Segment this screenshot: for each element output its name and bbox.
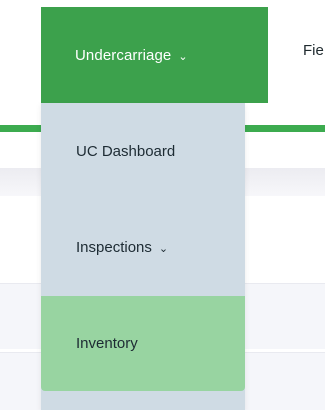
menu-item-label: UC Dashboard	[76, 142, 176, 160]
menu-item-uc-dashboard[interactable]: UC Dashboard	[41, 103, 245, 199]
undercarriage-dropdown-menu: UC Dashboard Inspections ⌄ Inventory	[41, 103, 245, 410]
menu-item-inspections[interactable]: Inspections ⌄	[41, 199, 245, 295]
menu-item-label: Inspections	[76, 238, 152, 256]
nav-tab-undercarriage[interactable]: Undercarriage ⌄	[41, 7, 268, 103]
menu-item-inventory[interactable]: Inventory	[41, 296, 245, 391]
page: Undercarriage ⌄ Fie UC Dashboard Inspect…	[0, 0, 325, 410]
nav-tab-next[interactable]: Fie	[303, 42, 324, 59]
menu-item-label: Inventory	[76, 335, 138, 352]
nav-tab-label: Fie	[303, 42, 324, 59]
chevron-down-icon: ⌄	[158, 242, 169, 255]
chevron-down-icon: ⌄	[178, 50, 188, 63]
nav-tab-label: Undercarriage	[75, 46, 172, 64]
